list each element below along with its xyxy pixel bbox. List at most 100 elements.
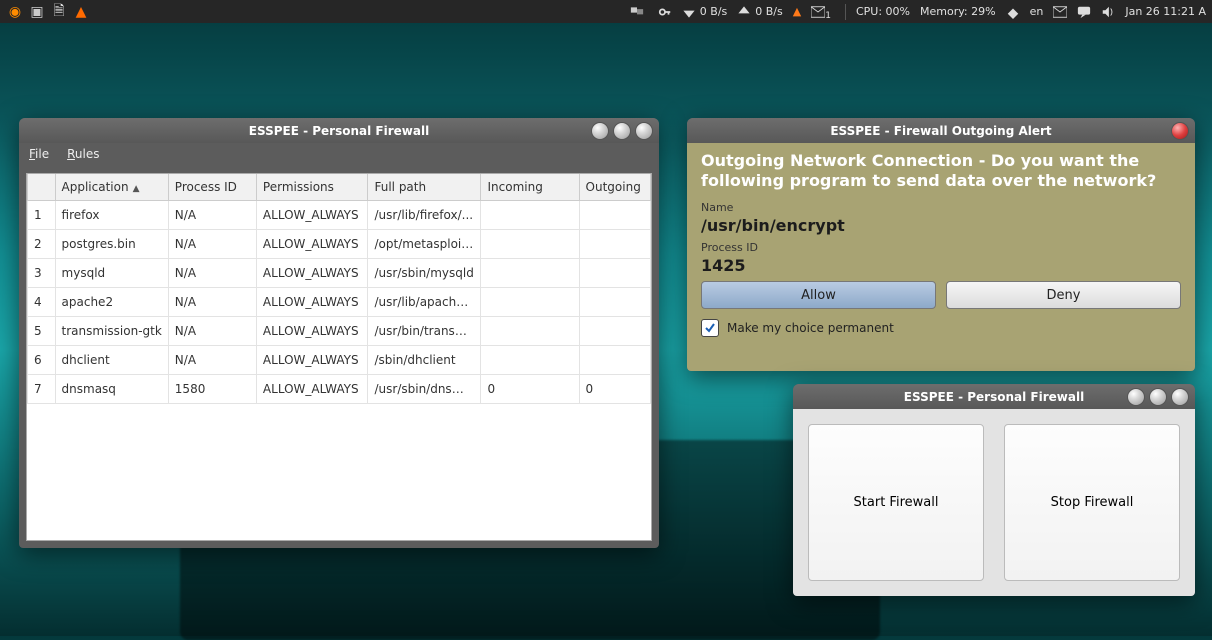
mail-indicator[interactable]: 1: [811, 5, 835, 19]
cell-out: [579, 230, 650, 259]
col-incoming[interactable]: Incoming: [481, 174, 579, 201]
allow-button[interactable]: Allow: [701, 281, 936, 309]
maximize-button[interactable]: [1149, 388, 1167, 406]
cell-n: 4: [28, 288, 56, 317]
main-window-title: ESSPEE - Personal Firewall: [249, 124, 429, 138]
memory-indicator[interactable]: Memory: 29%: [920, 5, 996, 18]
table-row[interactable]: 2postgres.binN/AALLOW_ALWAYS/opt/metaspl…: [28, 230, 651, 259]
cell-app: apache2: [55, 288, 168, 317]
volume-icon[interactable]: [1101, 5, 1115, 19]
cell-out: [579, 317, 650, 346]
net-up-indicator[interactable]: 0 B/s: [737, 5, 782, 19]
table-row[interactable]: 5transmission-gtkN/AALLOW_ALWAYS/usr/bin…: [28, 317, 651, 346]
cell-pid: N/A: [168, 201, 256, 230]
cell-out: [579, 201, 650, 230]
col-process-id[interactable]: Process ID: [168, 174, 256, 201]
key-icon[interactable]: [658, 5, 672, 19]
maximize-button[interactable]: [613, 122, 631, 140]
cell-out: [579, 259, 650, 288]
cell-inc: [481, 288, 579, 317]
table-row[interactable]: 6dhclientN/AALLOW_ALWAYS/sbin/dhclient: [28, 346, 651, 375]
cell-n: 3: [28, 259, 56, 288]
terminal-icon[interactable]: ▣: [28, 3, 46, 21]
mail-count: 1: [825, 11, 831, 21]
deny-button[interactable]: Deny: [946, 281, 1181, 309]
menu-file[interactable]: File: [29, 147, 49, 161]
cell-path: /opt/metasploit/...: [368, 230, 481, 259]
alert-pid-label: Process ID: [701, 241, 1181, 254]
permanent-checkbox[interactable]: [701, 319, 719, 337]
cell-n: 6: [28, 346, 56, 375]
cell-app: mysqld: [55, 259, 168, 288]
table-row[interactable]: 1firefoxN/AALLOW_ALWAYS/usr/lib/firefox/…: [28, 201, 651, 230]
table-row[interactable]: 7dnsmasq1580ALLOW_ALWAYS/usr/sbin/dnsmas…: [28, 375, 651, 404]
net-down-indicator[interactable]: 0 B/s: [682, 5, 727, 19]
col-index[interactable]: [28, 174, 56, 201]
cell-app: dnsmasq: [55, 375, 168, 404]
cell-n: 1: [28, 201, 56, 230]
alert-close-button[interactable]: [1171, 122, 1189, 140]
cell-n: 7: [28, 375, 56, 404]
cell-perm: ALLOW_ALWAYS: [256, 288, 368, 317]
menu-rules[interactable]: Rules: [67, 147, 99, 161]
cell-inc: [481, 259, 579, 288]
cell-inc: [481, 346, 579, 375]
alert-titlebar[interactable]: ESSPEE - Firewall Outgoing Alert: [687, 118, 1195, 143]
col-full-path[interactable]: Full path: [368, 174, 481, 201]
cell-perm: ALLOW_ALWAYS: [256, 201, 368, 230]
col-permissions[interactable]: Permissions: [256, 174, 368, 201]
table-row[interactable]: 4apache2N/AALLOW_ALWAYS/usr/lib/apache2.…: [28, 288, 651, 317]
sort-asc-icon: ▲: [133, 184, 140, 194]
clock[interactable]: Jan 26 11:21 A: [1125, 5, 1206, 18]
firewall-main-window: ESSPEE - Personal Firewall File Rules Ap…: [19, 118, 659, 548]
cell-path: /usr/lib/firefox/...: [368, 201, 481, 230]
flame-icon[interactable]: ▲: [72, 3, 90, 21]
cell-perm: ALLOW_ALWAYS: [256, 375, 368, 404]
cell-perm: ALLOW_ALWAYS: [256, 317, 368, 346]
files-icon[interactable]: 🗎: [50, 3, 68, 21]
cpu-indicator[interactable]: CPU: 00%: [856, 5, 910, 18]
col-outgoing[interactable]: Outgoing: [579, 174, 650, 201]
cell-path: /usr/lib/apache2...: [368, 288, 481, 317]
firewall-icon[interactable]: ▲: [793, 5, 801, 18]
alert-heading: Outgoing Network Connection - Do you wan…: [701, 151, 1181, 191]
ctrl-window-title: ESSPEE - Personal Firewall: [904, 390, 1084, 404]
firefox-icon[interactable]: ◉: [6, 3, 24, 21]
network-manager-icon[interactable]: [630, 3, 644, 20]
alert-pid-value: 1425: [701, 256, 1181, 275]
chat-icon[interactable]: [1077, 5, 1091, 19]
cell-pid: N/A: [168, 288, 256, 317]
alert-body: Outgoing Network Connection - Do you wan…: [687, 143, 1195, 371]
cell-n: 5: [28, 317, 56, 346]
ctrl-titlebar[interactable]: ESSPEE - Personal Firewall: [793, 384, 1195, 409]
col-application[interactable]: Application▲: [55, 174, 168, 201]
cell-pid: N/A: [168, 259, 256, 288]
cell-app: firefox: [55, 201, 168, 230]
net-up-value: 0 B/s: [755, 5, 782, 18]
messages-icon[interactable]: [1053, 5, 1067, 19]
close-button[interactable]: [635, 122, 653, 140]
table-row[interactable]: 3mysqldN/AALLOW_ALWAYS/usr/sbin/mysqld: [28, 259, 651, 288]
cell-app: transmission-gtk: [55, 317, 168, 346]
cell-inc: [481, 317, 579, 346]
cell-perm: ALLOW_ALWAYS: [256, 259, 368, 288]
permanent-label: Make my choice permanent: [727, 321, 894, 335]
cell-path: /sbin/dhclient: [368, 346, 481, 375]
cell-n: 2: [28, 230, 56, 259]
cell-perm: ALLOW_ALWAYS: [256, 346, 368, 375]
keyboard-lang[interactable]: en: [1030, 5, 1044, 18]
launcher-tray: ◉ ▣ 🗎 ▲: [6, 3, 90, 21]
top-panel: ◉ ▣ 🗎 ▲ 0 B/s 0 B/s ▲ 1 CPU: 00% Memory:…: [0, 0, 1212, 23]
start-firewall-button[interactable]: Start Firewall: [808, 424, 984, 581]
cell-perm: ALLOW_ALWAYS: [256, 230, 368, 259]
minimize-button[interactable]: [1127, 388, 1145, 406]
rules-table-container: Application▲ Process ID Permissions Full…: [26, 173, 652, 541]
close-button[interactable]: [1171, 388, 1189, 406]
main-titlebar[interactable]: ESSPEE - Personal Firewall: [19, 118, 659, 143]
minimize-button[interactable]: [591, 122, 609, 140]
stop-firewall-button[interactable]: Stop Firewall: [1004, 424, 1180, 581]
tray-separator: [845, 4, 846, 20]
checkmark-icon: [704, 322, 716, 334]
cell-app: dhclient: [55, 346, 168, 375]
eraser-icon[interactable]: [1006, 5, 1020, 19]
